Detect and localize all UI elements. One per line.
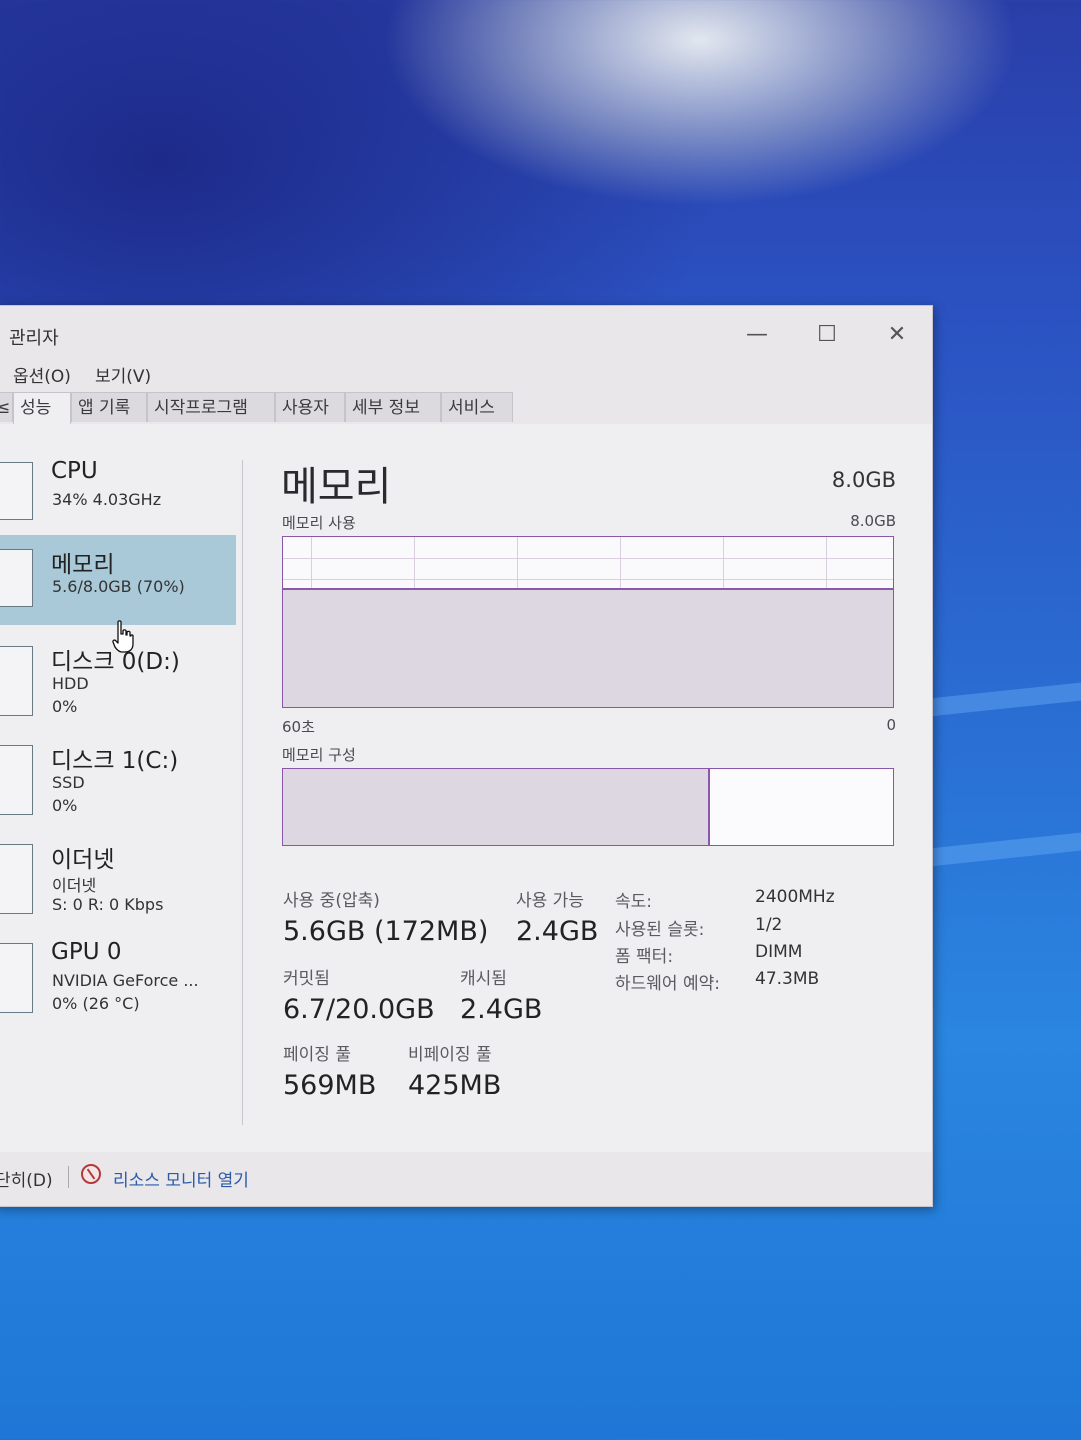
form-factor-label: 폼 팩터: — [615, 947, 674, 967]
memory-thumbnail-graph — [0, 549, 33, 607]
paged-pool-value: 569MB — [283, 1070, 377, 1101]
close-button[interactable]: ✕ — [867, 314, 927, 354]
disk1-thumbnail-graph — [0, 745, 33, 815]
composition-label: 메모리 구성 — [282, 746, 356, 764]
hand-cursor-icon — [112, 620, 134, 653]
hardware-reserved-value: 47.3MB — [755, 969, 820, 989]
maximize-icon: ☐ — [817, 321, 837, 347]
sidebar-item-detail: HDD — [52, 674, 89, 693]
sidebar-item-value: 0% (26 °C) — [52, 994, 140, 1013]
form-factor-value: DIMM — [755, 942, 803, 962]
nonpaged-pool-label: 비페이징 풀 — [408, 1045, 492, 1065]
wallpaper-streak — [930, 831, 1081, 867]
cached-value: 2.4GB — [460, 994, 543, 1025]
footer-divider — [68, 1166, 69, 1188]
page-title: 메모리 — [281, 464, 392, 510]
slots-used-value: 1/2 — [755, 915, 783, 935]
sidebar-item-name: 이더넷 — [51, 847, 115, 873]
close-icon: ✕ — [887, 321, 907, 347]
tab-users[interactable]: 사용자 — [275, 392, 345, 422]
time-axis-end: 0 — [886, 716, 896, 734]
pane-divider[interactable] — [242, 460, 243, 1125]
memory-in-use-segment[interactable] — [283, 769, 710, 845]
tab-services[interactable]: 서비스 — [441, 392, 513, 422]
tab-performance[interactable]: 성능 — [13, 392, 71, 425]
gpu-thumbnail-graph — [0, 943, 33, 1013]
sidebar-item-name: 디스크 1(C:) — [51, 748, 179, 774]
memory-composition-bar[interactable] — [282, 768, 894, 846]
sidebar-item-detail: SSD — [52, 773, 85, 792]
tab-processes[interactable]: ≤ — [0, 392, 13, 422]
sidebar-item-detail: 이더넷 — [52, 876, 97, 895]
cpu-thumbnail-graph — [0, 462, 33, 520]
minimize-icon: — — [746, 321, 768, 347]
committed-value: 6.7/20.0GB — [283, 994, 435, 1025]
sidebar-item-name: CPU — [51, 458, 98, 484]
grid-line — [283, 579, 893, 580]
fewer-details-link[interactable]: 단히(D) — [0, 1166, 53, 1191]
tab-startup[interactable]: 시작프로그램 — [147, 392, 275, 422]
sidebar-item-detail: 5.6/8.0GB (70%) — [52, 577, 185, 596]
sidebar-item-memory[interactable]: 메모리 5.6/8.0GB (70%) — [0, 535, 236, 625]
hardware-reserved-label: 하드웨어 예약: — [615, 974, 720, 994]
available-value: 2.4GB — [516, 916, 599, 947]
sidebar-item-cpu[interactable]: CPU 34% 4.03GHz — [0, 456, 236, 546]
sidebar-item-value: 0% — [52, 697, 78, 716]
tab-app-history[interactable]: 앱 기록 — [71, 392, 147, 422]
time-axis-start: 60초 — [282, 718, 315, 736]
menu-view[interactable]: 보기(V) — [95, 362, 151, 387]
tab-bar: ≤ 성능 앱 기록 시작프로그램 사용자 세부 정보 서비스 — [0, 392, 932, 425]
grid-line — [283, 558, 893, 559]
memory-usage-graph — [282, 536, 894, 708]
paged-pool-label: 페이징 풀 — [283, 1045, 351, 1065]
wallpaper-streak — [930, 681, 1081, 717]
usage-graph-max: 8.0GB — [850, 512, 896, 530]
sidebar-item-value: 0% — [52, 796, 78, 815]
usage-graph-label: 메모리 사용 — [282, 514, 356, 532]
in-use-value: 5.6GB (172MB) — [283, 916, 489, 947]
sidebar-item-detail: 34% 4.03GHz — [52, 490, 162, 509]
window-title: 관리자 — [9, 328, 59, 349]
available-label: 사용 가능 — [516, 891, 584, 911]
menu-bar: 옵션(O) 보기(V) — [0, 358, 932, 387]
resource-monitor-icon[interactable] — [81, 1164, 101, 1184]
performance-panel: CPU 34% 4.03GHz 메모리 5.6/8.0GB (70%) 디스크 … — [0, 424, 932, 1152]
sidebar-item-ethernet[interactable]: 이더넷 이더넷 S: 0 R: 0 Kbps — [0, 838, 236, 928]
sidebar-item-gpu[interactable]: GPU 0 NVIDIA GeForce ... 0% (26 °C) — [0, 937, 236, 1027]
memory-usage-area — [283, 588, 893, 707]
task-manager-window: 관리자 — ☐ ✕ 옵션(O) 보기(V) ≤ 성능 앱 기록 시작프로그램 사… — [0, 305, 933, 1207]
ethernet-thumbnail-graph — [0, 844, 33, 914]
menu-options[interactable]: 옵션(O) — [13, 362, 71, 387]
memory-total: 8.0GB — [831, 468, 896, 492]
footer-bar: 단히(D) 리소스 모니터 열기 — [0, 1152, 932, 1206]
open-resource-monitor-link[interactable]: 리소스 모니터 열기 — [113, 1166, 249, 1191]
disk0-thumbnail-graph — [0, 646, 33, 716]
sidebar-item-value: S: 0 R: 0 Kbps — [52, 895, 164, 914]
speed-label: 속도: — [615, 892, 653, 912]
speed-value: 2400MHz — [755, 887, 835, 907]
slots-used-label: 사용된 슬롯: — [615, 920, 705, 940]
tab-details[interactable]: 세부 정보 — [345, 392, 441, 422]
minimize-button[interactable]: — — [727, 314, 787, 354]
title-bar[interactable]: 관리자 — ☐ ✕ — [0, 306, 932, 358]
sidebar-item-disk1[interactable]: 디스크 1(C:) SSD 0% — [0, 739, 236, 829]
in-use-label: 사용 중(압축) — [283, 891, 380, 911]
committed-label: 커밋됨 — [283, 969, 330, 989]
sidebar-item-name: GPU 0 — [51, 939, 122, 965]
cached-label: 캐시됨 — [460, 969, 507, 989]
sidebar-item-name: 메모리 — [51, 552, 115, 578]
nonpaged-pool-value: 425MB — [408, 1070, 502, 1101]
maximize-button[interactable]: ☐ — [797, 314, 857, 354]
sidebar-item-detail: NVIDIA GeForce ... — [52, 971, 199, 990]
